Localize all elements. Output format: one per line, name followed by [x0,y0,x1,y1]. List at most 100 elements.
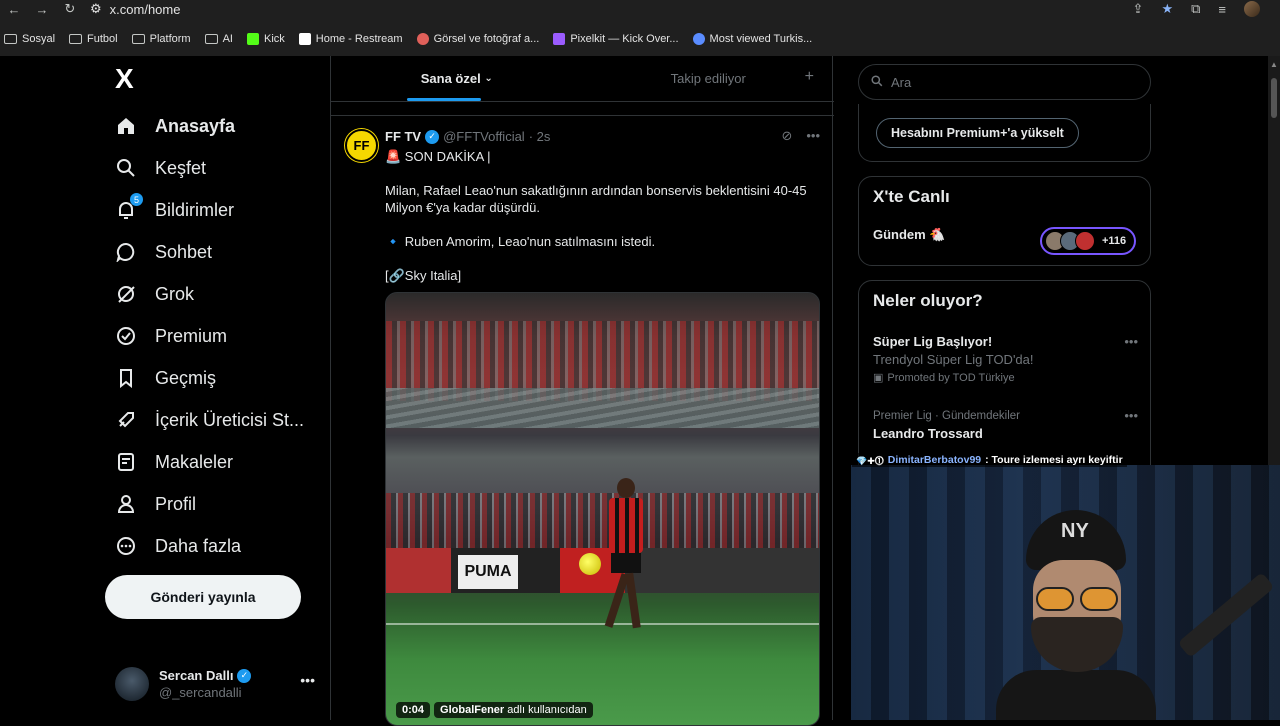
restream-icon [298,33,311,45]
nav-explore[interactable]: Keşfet [115,152,206,184]
tweet-author-handle[interactable]: @FFTVofficial [443,129,525,144]
bookmark-most-viewed[interactable]: Most viewed Turkis... [692,33,812,45]
live-title: X'te Canlı [873,187,950,206]
listener-count: +116 [1102,235,1127,247]
scroll-up-icon[interactable]: ▲ [1270,60,1278,69]
bookmarks-bar: Sosyal Futbol Platform AI Kick Home - Re… [0,28,1280,50]
browser-profile-avatar[interactable] [1244,1,1260,17]
verified-badge-icon: ✓ [425,129,440,144]
ad-board: PUMA [458,555,518,589]
profile-handle: @_sercandalli [159,685,242,700]
tweet-avatar[interactable]: FF [345,129,378,162]
tab-following[interactable]: Takip ediliyor [583,56,835,101]
chevron-down-icon: ⌄ [484,73,493,84]
premium-upsell-card: Hesabını Premium+'a yükselt [858,104,1151,162]
nav-premium[interactable]: Premium [115,320,227,352]
ball [579,553,601,575]
more-dots-icon[interactable]: ••• [1124,407,1138,425]
url-text: x.com/home [109,1,181,17]
nav-profile[interactable]: Profil [115,488,196,520]
player-figure [601,478,651,648]
timeline-tabs: Sana özel ⌄ Takip ediliyor + [331,56,834,102]
site-favicon-icon [416,33,429,45]
tab-for-you[interactable]: Sana özel ⌄ [331,56,583,101]
grok-explain-icon[interactable]: ⊘ [781,128,792,144]
chat-badges-icon: 💎✚⓵ [856,455,884,466]
nav-notifications[interactable]: 5 Bildirimler [115,193,234,226]
account-switcher[interactable]: Sercan Dallı ✓ @_sercandalli ••• [115,662,315,706]
browser-toolbar: ← → ↻ ⚙ x.com/home ⇪ ★ ⧉ ≡ [0,0,1280,18]
live-listeners-pill[interactable]: +116 [1040,227,1136,255]
timeline: Sana özel ⌄ Takip ediliyor + FF FF TV ✓ … [330,56,834,726]
video-attribution[interactable]: GlobalFener adlı kullanıcıdan [434,702,593,718]
bookmark-pixelkit[interactable]: Pixelkit — Kick Over... [553,33,679,45]
reading-list-icon[interactable]: ≡ [1218,2,1226,17]
nav-more[interactable]: Daha fazla [115,530,241,562]
scrollbar-thumb[interactable] [1271,78,1277,118]
person-icon [115,493,137,515]
premium-icon [115,325,137,347]
address-bar[interactable]: ⚙ x.com/home [90,1,180,17]
reload-icon[interactable]: ↻ [56,0,84,18]
chat-text: : Toure izlemesi ayrı keyiftir [985,454,1123,466]
tweet-text: 🚨 SON DAKİKA | Milan, Rafael Leao'nun sa… [385,149,807,283]
nav-home[interactable]: Anasayfa [115,110,235,142]
more-dots-icon[interactable]: ••• [300,672,315,688]
upgrade-premium-button[interactable]: Hesabını Premium+'a yükselt [876,118,1079,148]
add-tab-icon[interactable]: + [805,68,814,86]
trend-item[interactable]: Premier Lig · Gündemdekiler Leandro Tros… [873,407,1138,443]
bookmark-sosyal[interactable]: Sosyal [4,33,55,45]
search-input[interactable]: Ara [858,64,1151,100]
left-sidebar: X Anasayfa Keşfet 5 Bildirimler Sohbet G… [100,56,330,720]
rocket-icon [115,409,137,431]
more-circle-icon [115,535,137,557]
folder-icon [69,34,83,44]
nav-chat[interactable]: Sohbet [115,236,212,268]
chat-message-overlay: 💎✚⓵ DimitarBerbatov99 : Toure izlemesi a… [852,453,1127,467]
nav-creator-studio[interactable]: İçerik Üreticisi St... [115,404,304,436]
verified-badge-icon: ✓ [237,668,252,683]
bookmark-restream[interactable]: Home - Restream [298,33,403,45]
bookmark-futbol[interactable]: Futbol [69,33,118,45]
site-settings-icon[interactable]: ⚙ [90,1,102,17]
search-icon [115,157,137,179]
bookmark-gorsel[interactable]: Görsel ve fotoğraf a... [416,33,539,45]
bookmark-ai[interactable]: AI [204,33,233,45]
streamer: NY [991,495,1161,720]
avatar [1075,231,1095,251]
extensions-icon[interactable]: ⧉ [1191,1,1200,17]
avatar [115,667,149,701]
article-icon [115,451,137,473]
folder-icon [4,34,17,44]
folder-icon [204,34,218,44]
cap-logo: NY [1061,520,1089,542]
profile-name: Sercan Dallı [159,668,234,683]
live-topic[interactable]: Gündem 🐔 [873,227,946,243]
tweet[interactable]: FF FF TV ✓ @FFTVofficial · 2s ⊘ ••• 🚨 SO… [331,116,834,726]
notification-badge: 5 [130,193,143,206]
composer-edge [331,102,834,116]
bookmark-platform[interactable]: Platform [131,33,191,45]
search-placeholder: Ara [891,74,912,90]
more-dots-icon[interactable]: ••• [806,128,820,144]
nav-articles[interactable]: Makaleler [115,446,233,478]
star-icon[interactable]: ★ [1161,1,1173,17]
tweet-time[interactable]: · 2s [529,129,551,144]
trends-title: Neler oluyor? [873,291,983,310]
trend-item[interactable]: Süper Lig Başlıyor! Trendyol Süper Lig T… [873,333,1138,387]
nav-bookmarks[interactable]: Geçmiş [115,362,216,394]
forward-icon[interactable]: → [28,0,56,18]
tweet-video[interactable]: PUMA 0:04 GlobalFener adlı kullanıcıdan [385,292,820,726]
promoted-icon: ▣ [873,372,884,384]
more-dots-icon[interactable]: ••• [1124,333,1138,351]
install-app-icon[interactable]: ⇪ [1133,1,1144,17]
bookmark-kick[interactable]: Kick [246,33,285,45]
chat-icon [115,241,137,263]
kick-icon [246,33,259,45]
x-logo-icon[interactable]: X [115,65,141,93]
folder-icon [131,34,145,44]
tweet-author-name[interactable]: FF TV [385,129,421,144]
back-icon[interactable]: ← [0,0,28,18]
post-button[interactable]: Gönderi yayınla [105,575,301,619]
nav-grok[interactable]: Grok [115,278,194,310]
